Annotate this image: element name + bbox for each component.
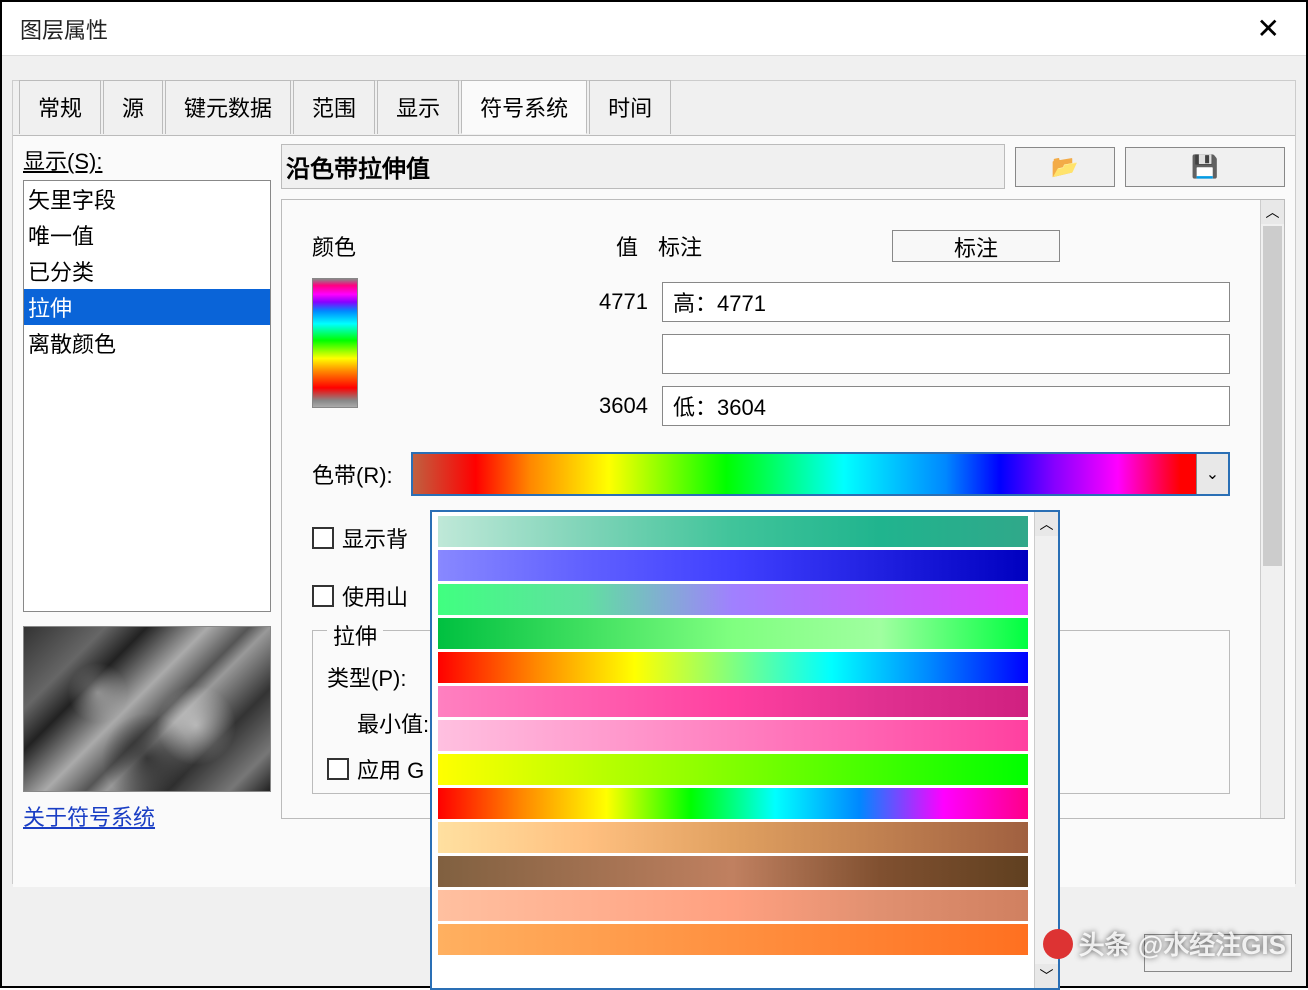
high-value: 4771: [578, 289, 648, 315]
list-item[interactable]: 矢里字段: [24, 181, 270, 217]
show-background-label: 显示背: [342, 522, 408, 554]
high-label-input[interactable]: [662, 282, 1230, 322]
annotate-button[interactable]: 标注: [892, 230, 1060, 262]
apply-gamma-checkbox[interactable]: [327, 758, 349, 780]
watermark: 头条 @水经注GIS: [1043, 925, 1286, 962]
ramp-option[interactable]: [438, 652, 1028, 683]
stretch-title: 拉伸: [327, 619, 383, 651]
titlebar: 图层属性 ✕: [2, 2, 1306, 56]
ramp-option[interactable]: [438, 584, 1028, 615]
ramp-option[interactable]: [438, 686, 1028, 717]
tab-display[interactable]: 显示: [377, 80, 459, 134]
ramp-label: 色带(R):: [312, 458, 393, 490]
watermark-text: 头条 @水经注GIS: [1079, 925, 1286, 962]
dropdown-scrollbar[interactable]: ︿ ﹀: [1034, 512, 1058, 988]
open-button[interactable]: 📂: [1015, 147, 1115, 187]
tab-source[interactable]: 源: [103, 80, 163, 134]
ramp-option[interactable]: [438, 856, 1028, 887]
tab-time[interactable]: 时间: [589, 80, 671, 134]
tab-general[interactable]: 常规: [19, 80, 101, 134]
ramp-option[interactable]: [438, 516, 1028, 547]
tab-strip: 常规 源 键元数据 范围 显示 符号系统 时间: [13, 79, 1295, 133]
tab-keymeta[interactable]: 键元数据: [165, 80, 291, 134]
preview-thumbnail: [23, 626, 271, 792]
left-column: 显示(S): 矢里字段 唯一值 已分类 拉伸 离散颜色 关于符号系统: [23, 144, 271, 879]
use-hillshade-label: 使用山: [342, 580, 408, 612]
color-ramp-dropdown[interactable]: ︿ ﹀: [430, 510, 1060, 990]
display-listbox[interactable]: 矢里字段 唯一值 已分类 拉伸 离散颜色: [23, 180, 271, 612]
save-icon: 💾: [1191, 154, 1218, 180]
tab-symbology[interactable]: 符号系统: [461, 80, 587, 134]
scroll-down-icon[interactable]: ﹀: [1035, 964, 1058, 988]
list-item[interactable]: 唯一值: [24, 217, 270, 253]
scroll-up-icon[interactable]: ︿: [1035, 512, 1058, 536]
folder-open-icon: 📂: [1051, 154, 1078, 180]
color-label: 颜色: [312, 230, 356, 262]
apply-gamma-label: 应用 G: [357, 753, 424, 785]
color-ramp-row: 色带(R): ⌄: [312, 452, 1230, 496]
color-ramp-vertical[interactable]: [312, 278, 358, 408]
chevron-down-icon[interactable]: ⌄: [1196, 454, 1228, 494]
ramp-preview: [413, 454, 1196, 494]
close-icon[interactable]: ✕: [1249, 12, 1288, 45]
display-label: 显示(S):: [23, 144, 271, 176]
annotation-label: 标注: [658, 230, 702, 262]
use-hillshade-checkbox[interactable]: [312, 585, 334, 607]
ramp-option[interactable]: [438, 890, 1028, 921]
show-background-checkbox[interactable]: [312, 527, 334, 549]
ramp-option[interactable]: [438, 720, 1028, 751]
ramp-option[interactable]: [438, 618, 1028, 649]
ramp-option[interactable]: [438, 924, 1028, 955]
window-title: 图层属性: [20, 13, 108, 45]
list-item[interactable]: 已分类: [24, 253, 270, 289]
ramp-option[interactable]: [438, 550, 1028, 581]
scroll-up-icon[interactable]: ︿: [1261, 200, 1284, 224]
list-item[interactable]: 离散颜色: [24, 325, 270, 361]
save-button[interactable]: 💾: [1125, 147, 1285, 187]
watermark-logo-icon: [1043, 929, 1073, 959]
color-ramp-select[interactable]: ⌄: [411, 452, 1230, 496]
ramp-option[interactable]: [438, 822, 1028, 853]
ramp-option[interactable]: [438, 754, 1028, 785]
mid-label-input[interactable]: [662, 334, 1230, 374]
value-label: 值: [616, 230, 638, 262]
list-item-selected[interactable]: 拉伸: [24, 289, 270, 325]
about-symbology-link[interactable]: 关于符号系统: [23, 800, 271, 832]
ramp-option[interactable]: [438, 788, 1028, 819]
tab-extent[interactable]: 范围: [293, 80, 375, 134]
main-scrollbar[interactable]: ︿: [1260, 200, 1284, 818]
low-value: 3604: [578, 393, 648, 419]
scroll-thumb[interactable]: [1263, 226, 1282, 566]
heading-row: 沿色带拉伸值 📂 💾: [281, 144, 1285, 189]
section-heading: 沿色带拉伸值: [281, 144, 1005, 189]
ramp-option-list: [432, 512, 1034, 988]
low-label-input[interactable]: [662, 386, 1230, 426]
